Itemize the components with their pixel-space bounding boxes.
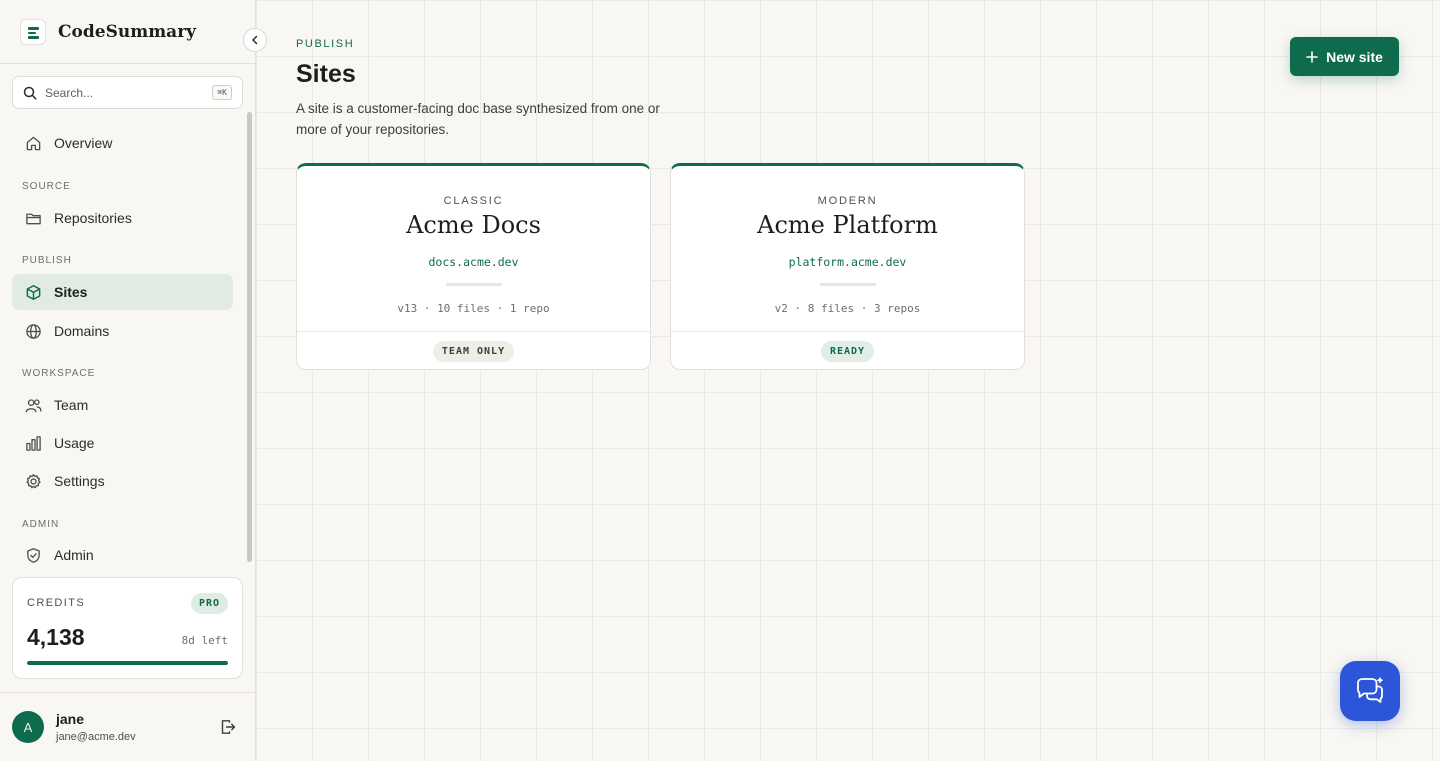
search-box[interactable]: ⌘K xyxy=(12,76,243,109)
site-domain[interactable]: docs.acme.dev xyxy=(297,255,650,269)
site-style: CLASSIC xyxy=(443,195,504,207)
folder-icon xyxy=(26,213,41,224)
sidebar-item-domains[interactable]: Domains xyxy=(12,313,233,349)
section-label-publish: PUBLISH xyxy=(22,255,72,266)
sidebar-item-label: Team xyxy=(54,397,89,413)
sidebar-item-label: Domains xyxy=(54,323,110,339)
new-site-button[interactable]: New site xyxy=(1290,37,1399,76)
gear-icon xyxy=(26,473,41,488)
status-badge: TEAM ONLY xyxy=(432,341,515,362)
site-style: MODERN xyxy=(817,195,878,207)
page-description: A site is a customer-facing doc base syn… xyxy=(296,101,660,137)
cube-icon xyxy=(26,284,41,300)
users-icon xyxy=(25,398,42,412)
divider xyxy=(0,692,255,693)
credits-progress xyxy=(27,661,228,665)
search-icon xyxy=(23,86,37,100)
sidebar: CodeSummary ⌘K Overview SOURCE Repositor… xyxy=(0,0,256,761)
sidebar-item-repositories[interactable]: Repositories xyxy=(12,200,233,236)
site-meta: v2 · 8 files · 3 repos xyxy=(774,302,921,315)
main-content: PUBLISH Sites A site is a customer-facin… xyxy=(256,0,1440,761)
shield-check-icon xyxy=(27,547,40,563)
sidebar-scrollbar[interactable] xyxy=(247,112,252,562)
chat-support-button[interactable] xyxy=(1340,661,1400,721)
user-name: jane xyxy=(56,711,85,727)
credits-progress-fill xyxy=(27,661,228,665)
section-label-source: SOURCE xyxy=(22,181,71,192)
sidebar-item-team[interactable]: Team xyxy=(12,387,233,423)
plus-icon xyxy=(1306,50,1318,63)
sidebar-item-sites[interactable]: Sites xyxy=(12,274,233,310)
credits-value: 4,138 xyxy=(27,624,85,650)
app-name: CodeSummary xyxy=(58,22,197,42)
site-card-acme-platform[interactable]: MODERN Acme Platform platform.acme.dev v… xyxy=(670,163,1025,370)
divider xyxy=(820,283,876,286)
divider xyxy=(446,283,502,286)
sidebar-item-label: Repositories xyxy=(54,210,132,226)
user-email: jane@acme.dev xyxy=(56,731,136,743)
sidebar-item-settings[interactable]: Settings xyxy=(12,463,233,499)
chevron-left-icon xyxy=(252,35,258,45)
search-input[interactable] xyxy=(45,85,205,100)
logout-button[interactable] xyxy=(219,718,237,736)
credits-label: CREDITS xyxy=(27,597,86,609)
site-meta: v13 · 10 files · 1 repo xyxy=(397,302,550,315)
section-label-admin: ADMIN xyxy=(22,519,60,530)
search-shortcut: ⌘K xyxy=(212,85,232,100)
site-card-footer: TEAM ONLY xyxy=(297,331,650,369)
sidebar-item-label: Sites xyxy=(54,284,88,300)
collapse-sidebar-button[interactable] xyxy=(243,28,267,52)
credits-card: CREDITS PRO 4,138 8d left xyxy=(12,577,243,679)
new-site-label: New site xyxy=(1326,48,1383,65)
sidebar-item-admin[interactable]: Admin xyxy=(12,537,233,573)
logo-icon xyxy=(20,19,46,45)
sidebar-item-label: Usage xyxy=(54,435,95,451)
bar-chart-icon xyxy=(26,435,41,451)
site-card-footer: READY xyxy=(671,331,1024,369)
home-icon xyxy=(26,136,41,150)
brand[interactable]: CodeSummary xyxy=(20,18,196,46)
site-domain[interactable]: platform.acme.dev xyxy=(671,255,1024,269)
section-label-workspace: WORKSPACE xyxy=(22,368,96,379)
page-eyebrow: PUBLISH xyxy=(296,38,355,50)
logout-icon xyxy=(221,720,236,734)
sidebar-item-label: Admin xyxy=(54,547,94,563)
avatar[interactable]: A xyxy=(12,711,44,743)
globe-icon xyxy=(26,323,41,339)
sidebar-item-usage[interactable]: Usage xyxy=(12,425,233,461)
sidebar-item-overview[interactable]: Overview xyxy=(12,125,233,161)
site-name: Acme Docs xyxy=(406,211,541,239)
page-title: Sites xyxy=(296,60,356,88)
site-card-acme-docs[interactable]: CLASSIC Acme Docs docs.acme.dev v13 · 10… xyxy=(296,163,651,370)
credits-time-left: 8d left xyxy=(181,634,228,647)
chat-icon xyxy=(1357,677,1384,703)
status-badge: READY xyxy=(820,341,875,362)
sidebar-item-label: Overview xyxy=(54,135,113,151)
plan-badge: PRO xyxy=(190,593,228,614)
sidebar-item-label: Settings xyxy=(54,473,105,489)
site-name: Acme Platform xyxy=(757,211,938,239)
divider xyxy=(0,63,255,64)
